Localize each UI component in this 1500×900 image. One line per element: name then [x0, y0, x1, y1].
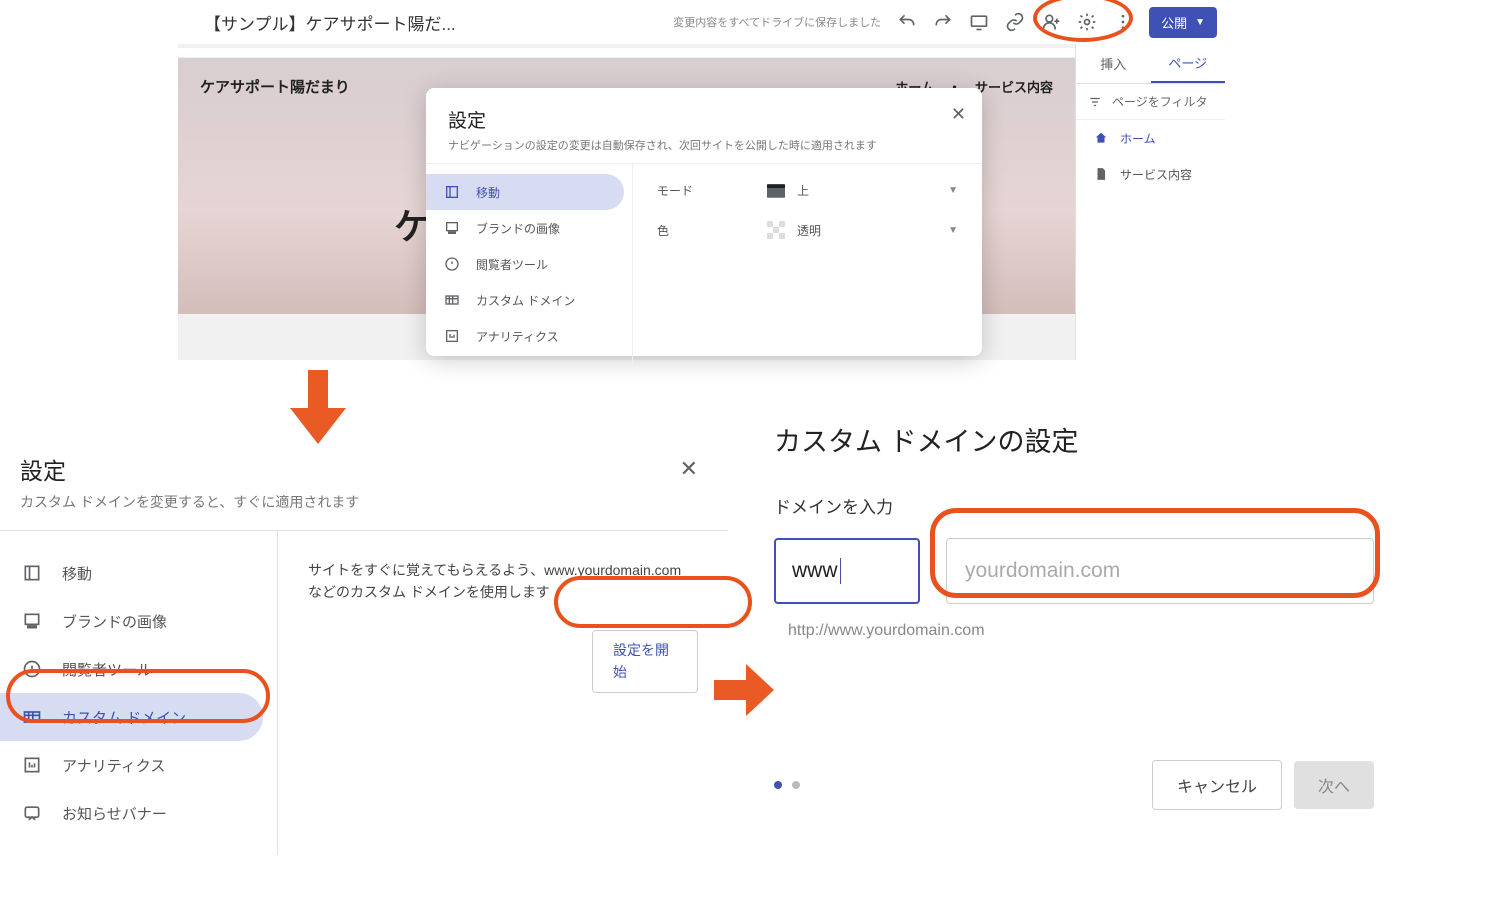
undo-icon[interactable] — [889, 4, 925, 40]
dialog-tab-domain[interactable]: カスタム ドメイン — [0, 693, 263, 741]
domain-preview-url: http://www.yourdomain.com — [788, 622, 1374, 640]
dialog-tab-analytics[interactable]: アナリティクス — [426, 318, 624, 354]
add-person-icon[interactable] — [1033, 4, 1069, 40]
tab-pages[interactable]: ページ — [1151, 44, 1226, 83]
dialog-subtitle: カスタム ドメインを変更すると、すぐに適用されます — [20, 492, 708, 512]
dialog-tab-brand[interactable]: ブランドの画像 — [0, 597, 263, 645]
panel-footer: キャンセル 次へ — [774, 760, 1374, 810]
hero-title: ケ — [394, 198, 430, 250]
domain-description: サイトをすぐに覚えてもらえるよう、www.yourdomain.com などのカ… — [308, 559, 698, 604]
dialog-title: 設定 — [448, 106, 960, 133]
dialog-title: 設定 — [20, 452, 708, 486]
tab-insert[interactable]: 挿入 — [1076, 44, 1151, 83]
close-icon[interactable]: ✕ — [680, 456, 698, 482]
page-service[interactable]: サービス内容 — [1076, 156, 1225, 192]
dialog-tab-domain[interactable]: カスタム ドメイン — [426, 282, 624, 318]
site-canvas: ケアサポート陽だまり ホーム・サービス内容 ケ 設定 ナビゲーションの設定の変更… — [178, 44, 1075, 360]
publish-button[interactable]: 公開▼ — [1149, 7, 1217, 38]
panel-title: カスタム ドメインの設定 — [774, 420, 1374, 459]
start-setup-button[interactable]: 設定を開始 — [592, 630, 698, 693]
dialog-tab-analytics[interactable]: アナリティクス — [0, 741, 263, 789]
preview-icon[interactable] — [961, 4, 997, 40]
arrow-down-icon — [288, 370, 348, 444]
gear-icon[interactable] — [1069, 4, 1105, 40]
save-status: 変更内容をすべてドライブに保存しました — [673, 14, 881, 30]
close-icon[interactable]: ✕ — [951, 104, 966, 125]
page-home[interactable]: ホーム — [1076, 120, 1225, 156]
dialog-tab-banner[interactable]: お知らせバナー — [0, 789, 263, 837]
custom-domain-panel: カスタム ドメインの設定 ドメインを入力 www yourdomain.com … — [774, 420, 1374, 640]
step-dots — [774, 781, 800, 789]
site-brand: ケアサポート陽だまり — [200, 76, 350, 97]
mode-row[interactable]: モード 上▼ — [657, 182, 958, 199]
dialog-subtitle: ナビゲーションの設定の変更は自動保存され、次回サイトを公開した時に適用されます — [448, 137, 960, 153]
domain-input[interactable]: yourdomain.com — [946, 538, 1374, 604]
next-button[interactable]: 次へ — [1294, 761, 1374, 809]
dialog-tab-brand[interactable]: ブランドの画像 — [426, 210, 624, 246]
link-icon[interactable] — [997, 4, 1033, 40]
right-panel: 挿入 ページ ページをフィルタ ホーム サービス内容 — [1075, 44, 1225, 360]
redo-icon[interactable] — [925, 4, 961, 40]
cancel-button[interactable]: キャンセル — [1152, 760, 1282, 810]
dialog-tab-navigation[interactable]: 移動 — [0, 549, 263, 597]
dialog-tab-viewer[interactable]: 閲覧者ツール — [426, 246, 624, 282]
more-icon[interactable] — [1105, 4, 1141, 40]
dialog-tab-viewer[interactable]: 閲覧者ツール — [0, 645, 263, 693]
dialog-tab-navigation[interactable]: 移動 — [426, 174, 624, 210]
doc-title: 【サンプル】ケアサポート陽だ... — [204, 10, 456, 35]
color-row[interactable]: 色 透明▼ — [657, 221, 958, 239]
page-filter[interactable]: ページをフィルタ — [1076, 84, 1225, 120]
subdomain-input[interactable]: www — [774, 538, 920, 604]
editor-toolbar: 【サンプル】ケアサポート陽だ... 変更内容をすべてドライブに保存しました 公開… — [178, 0, 1225, 44]
settings-dialog-2: 設定 カスタム ドメインを変更すると、すぐに適用されます ✕ 移動 ブランドの画… — [0, 446, 728, 840]
settings-dialog: 設定 ナビゲーションの設定の変更は自動保存され、次回サイトを公開した時に適用され… — [426, 88, 982, 356]
domain-label: ドメインを入力 — [774, 493, 1374, 518]
